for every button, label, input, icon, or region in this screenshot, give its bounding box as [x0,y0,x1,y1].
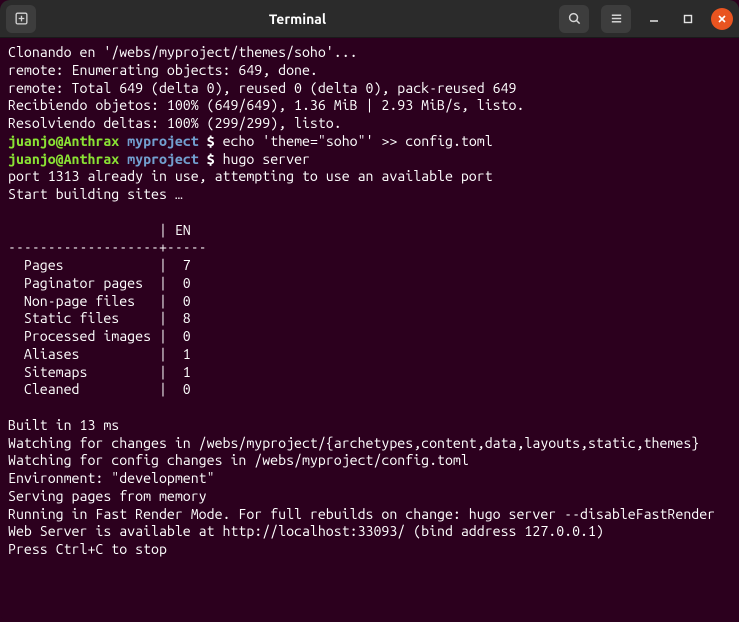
output-line: remote: Total 649 (delta 0), reused 0 (d… [8,80,516,96]
output-line: Clonando en '/webs/myproject/themes/soho… [8,44,358,60]
output-line: Press Ctrl+C to stop [8,541,167,557]
output-line: Recibiendo objetos: 100% (649/649), 1.36… [8,97,524,113]
output-line: Environment: "development" [8,470,215,486]
output-line: remote: Enumerating objects: 649, done. [8,62,318,78]
command-text: echo 'theme="soho"' >> config.toml [223,133,493,149]
prompt-userhost: juanjo@Anthrax [8,133,119,149]
output-line: Serving pages from memory [8,488,207,504]
window-title: Terminal [36,11,559,27]
close-icon [717,14,727,24]
menu-button[interactable] [601,5,631,33]
output-line: Start building sites … [8,186,183,202]
output-line: Watching for changes in /webs/myproject/… [8,435,699,451]
prompt-symbol: $ [207,133,215,149]
new-tab-button[interactable] [6,5,36,33]
maximize-icon [683,14,693,24]
search-button[interactable] [559,5,589,33]
output-line: Static files | 8 [8,310,207,326]
new-tab-icon [14,11,29,26]
output-line: Built in 13 ms [8,417,119,433]
output-line: Pages | 7 [8,257,207,273]
prompt-symbol: $ [207,151,215,167]
prompt-path: myproject [127,133,199,149]
minimize-icon [649,14,659,24]
terminal-output[interactable]: Clonando en '/webs/myproject/themes/soho… [0,38,739,622]
output-line: Non-page files | 0 [8,293,207,309]
terminal-window: Terminal [0,0,739,622]
output-line: Processed images | 0 [8,328,207,344]
output-line: -------------------+----- [8,239,207,255]
close-button[interactable] [711,8,733,30]
output-line: Watching for config changes in /webs/myp… [8,452,469,468]
output-line: Paginator pages | 0 [8,275,207,291]
output-line: | EN [8,222,207,238]
output-line: Sitemaps | 1 [8,364,207,380]
output-line: Running in Fast Render Mode. For full re… [8,506,715,522]
output-line: Aliases | 1 [8,346,207,362]
minimize-button[interactable] [643,8,665,30]
command-text: hugo server [223,151,310,167]
output-line: Web Server is available at http://localh… [8,523,604,539]
prompt-path: myproject [127,151,199,167]
maximize-button[interactable] [677,8,699,30]
search-icon [567,11,582,26]
output-line: Resolviendo deltas: 100% (299/299), list… [8,115,342,131]
hamburger-icon [609,11,624,26]
output-line: Cleaned | 0 [8,381,207,397]
prompt-userhost: juanjo@Anthrax [8,151,119,167]
output-line: port 1313 already in use, attempting to … [8,168,493,184]
titlebar: Terminal [0,0,739,38]
